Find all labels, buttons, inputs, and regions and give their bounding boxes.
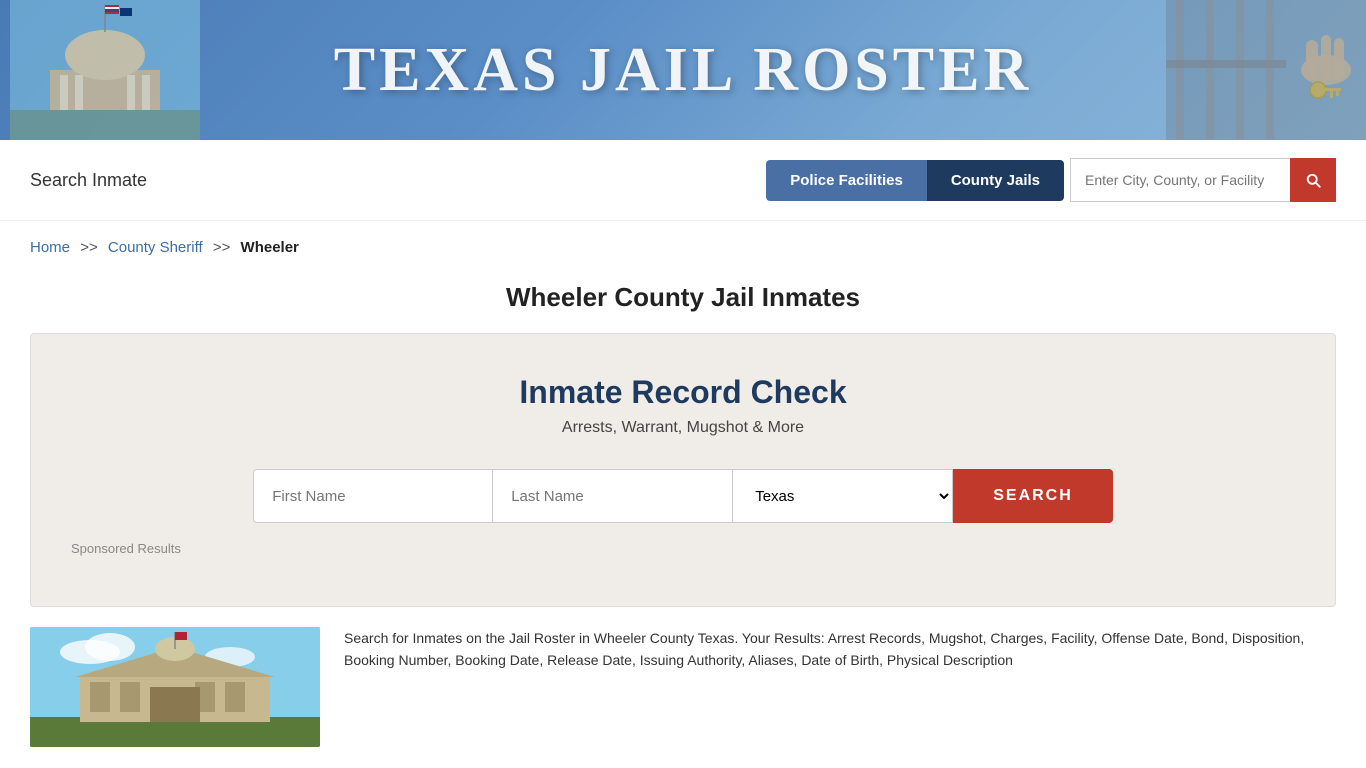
record-check-subtitle: Arrests, Warrant, Mugshot & More xyxy=(61,419,1305,437)
nav-search-input[interactable] xyxy=(1070,158,1290,202)
banner-title: Texas Jail Roster xyxy=(334,35,1033,106)
breadcrumb-current: Wheeler xyxy=(241,239,299,256)
police-facilities-button[interactable]: Police Facilities xyxy=(766,160,927,201)
last-name-input[interactable] xyxy=(493,469,733,523)
page-title: Wheeler County Jail Inmates xyxy=(0,266,1366,333)
bottom-section: Search for Inmates on the Jail Roster in… xyxy=(0,627,1366,747)
bottom-description: Search for Inmates on the Jail Roster in… xyxy=(344,627,1336,747)
search-form: AlabamaAlaskaArizonaArkansasCaliforniaCo… xyxy=(61,469,1305,523)
search-submit-button[interactable]: SEARCH xyxy=(953,469,1113,523)
breadcrumb-county-sheriff[interactable]: County Sheriff xyxy=(108,239,203,256)
nav-search-button[interactable] xyxy=(1290,158,1336,202)
header-banner: Texas Jail Roster xyxy=(0,0,1366,140)
breadcrumb-sep1: >> xyxy=(80,239,98,256)
record-check-box: Inmate Record Check Arrests, Warrant, Mu… xyxy=(30,333,1336,607)
sponsored-results-label: Sponsored Results xyxy=(61,541,1305,556)
nav-bar: Search Inmate Police Facilities County J… xyxy=(0,140,1366,221)
nav-search-inmate-label: Search Inmate xyxy=(30,170,147,191)
record-check-title: Inmate Record Check xyxy=(61,374,1305,411)
nav-search-wrapper xyxy=(1070,158,1336,202)
breadcrumb: Home >> County Sheriff >> Wheeler xyxy=(0,221,1366,266)
facility-image xyxy=(30,627,320,747)
building-icon xyxy=(30,627,320,747)
capitol-icon xyxy=(10,0,200,140)
first-name-input[interactable] xyxy=(253,469,493,523)
breadcrumb-sep2: >> xyxy=(213,239,231,256)
breadcrumb-home[interactable]: Home xyxy=(30,239,70,256)
county-jails-button[interactable]: County Jails xyxy=(927,160,1064,201)
nav-right: Police Facilities County Jails xyxy=(766,158,1336,202)
state-select[interactable]: AlabamaAlaskaArizonaArkansasCaliforniaCo… xyxy=(733,469,953,523)
door-keys-icon xyxy=(1166,0,1366,140)
search-icon xyxy=(1304,171,1322,189)
